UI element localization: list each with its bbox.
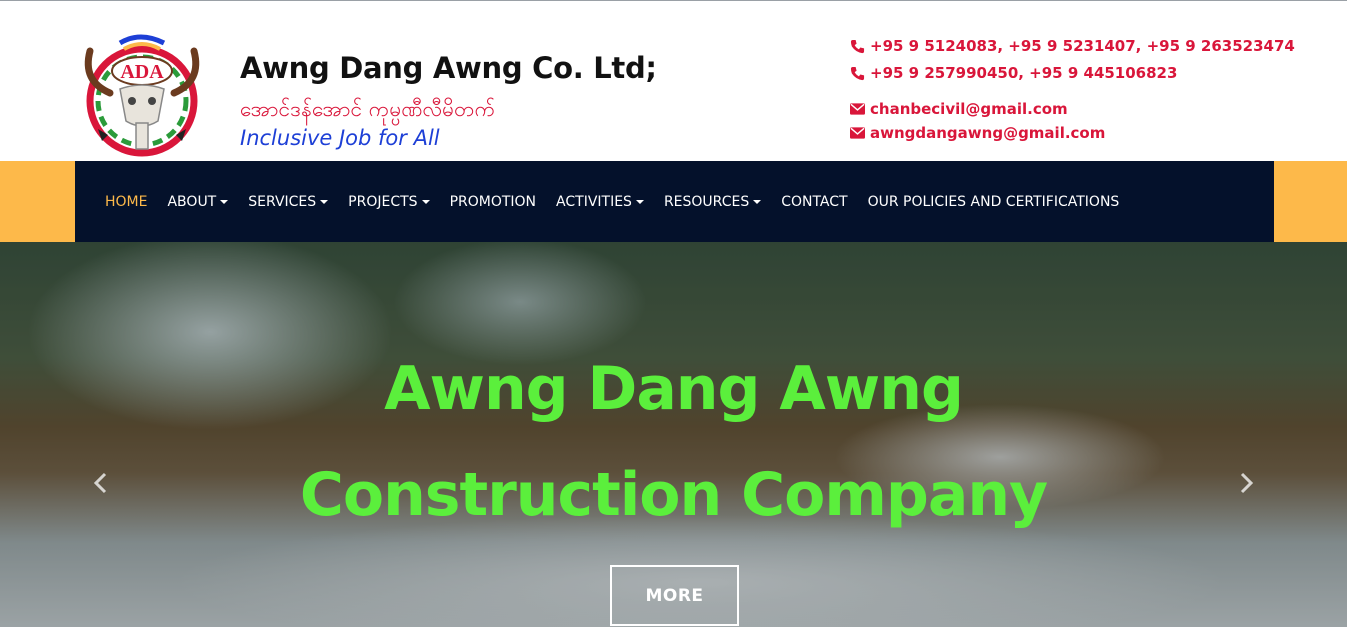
- nav-services-label: SERVICES: [248, 193, 317, 210]
- nav-activities[interactable]: ACTIVITIES: [556, 194, 644, 210]
- company-name-myanmar: အောင်ဒန်အောင် ကုမ္ပဏီလီမိတက်: [240, 97, 496, 121]
- more-button[interactable]: MORE: [610, 565, 739, 626]
- chevron-down-icon: [753, 199, 762, 204]
- email-address-1: chanbecivil@gmail.com: [870, 100, 1068, 118]
- nav-resources[interactable]: RESOURCES: [663, 193, 762, 210]
- chevron-down-icon: [320, 199, 329, 204]
- nav-projects-label: PROJECTS: [348, 193, 418, 210]
- nav-activities-label: ACTIVITIES: [556, 193, 632, 210]
- svg-text:ADA: ADA: [120, 61, 164, 83]
- nav-contact[interactable]: CONTACT: [781, 194, 847, 210]
- nav-contact-label: CONTACT: [781, 193, 848, 210]
- nav-projects[interactable]: PROJECTS: [348, 193, 430, 210]
- company-name[interactable]: Awng Dang Awng Co. Ltd;: [240, 51, 657, 85]
- nav-promotion[interactable]: PROMOTION: [450, 194, 536, 210]
- hero-heading-line-1: Awng Dang Awng: [384, 354, 964, 424]
- chevron-down-icon: [220, 199, 229, 204]
- nav-resources-label: RESOURCES: [663, 193, 750, 210]
- envelope-icon: [849, 101, 865, 117]
- site-header: ADA Awng Dang Awng Co. Ltd; အောင်ဒန်အောင…: [0, 1, 1347, 161]
- email-contact-1[interactable]: chanbecivil@gmail.com: [849, 100, 1068, 118]
- nav-policies[interactable]: OUR POLICIES AND CERTIFICATIONS: [868, 194, 1120, 210]
- hero-heading-line-2: Construction Company: [299, 460, 1048, 530]
- nav-policies-label: OUR POLICIES AND CERTIFICATIONS: [867, 193, 1120, 210]
- phone-numbers-2: +95 9 257990450, +95 9 445106823: [870, 64, 1178, 82]
- nav-home[interactable]: HOME: [105, 194, 147, 210]
- email-address-2: awngdangawng@gmail.com: [870, 124, 1106, 142]
- phone-numbers-1: +95 9 5124083, +95 9 5231407, +95 9 2635…: [870, 37, 1295, 55]
- phone-contact-2[interactable]: +95 9 257990450, +95 9 445106823: [849, 64, 1177, 82]
- main-navigation: HOME ABOUT SERVICES PROJECTS PROMOTION A…: [75, 161, 1274, 242]
- phone-icon: [849, 65, 865, 81]
- envelope-icon: [849, 125, 865, 141]
- chevron-down-icon: [421, 199, 430, 204]
- phone-contact-1[interactable]: +95 9 5124083, +95 9 5231407, +95 9 2635…: [849, 37, 1295, 55]
- hero-carousel: Awng Dang Awng Construction Company MORE: [0, 242, 1347, 627]
- chevron-left-icon: [93, 472, 107, 494]
- email-contact-2[interactable]: awngdangawng@gmail.com: [849, 124, 1105, 142]
- nav-services[interactable]: SERVICES: [248, 193, 329, 210]
- nav-about[interactable]: ABOUT: [167, 193, 229, 210]
- carousel-next-button[interactable]: [1235, 468, 1259, 498]
- company-tagline: Inclusive Job for All: [240, 126, 440, 150]
- chevron-right-icon: [1240, 472, 1254, 494]
- chevron-down-icon: [635, 199, 644, 204]
- nav-about-label: ABOUT: [167, 193, 217, 210]
- nav-promotion-label: PROMOTION: [449, 193, 537, 210]
- phone-icon: [849, 38, 865, 54]
- nav-home-label: HOME: [105, 193, 148, 210]
- carousel-prev-button[interactable]: [88, 468, 112, 498]
- company-logo[interactable]: ADA: [80, 31, 208, 159]
